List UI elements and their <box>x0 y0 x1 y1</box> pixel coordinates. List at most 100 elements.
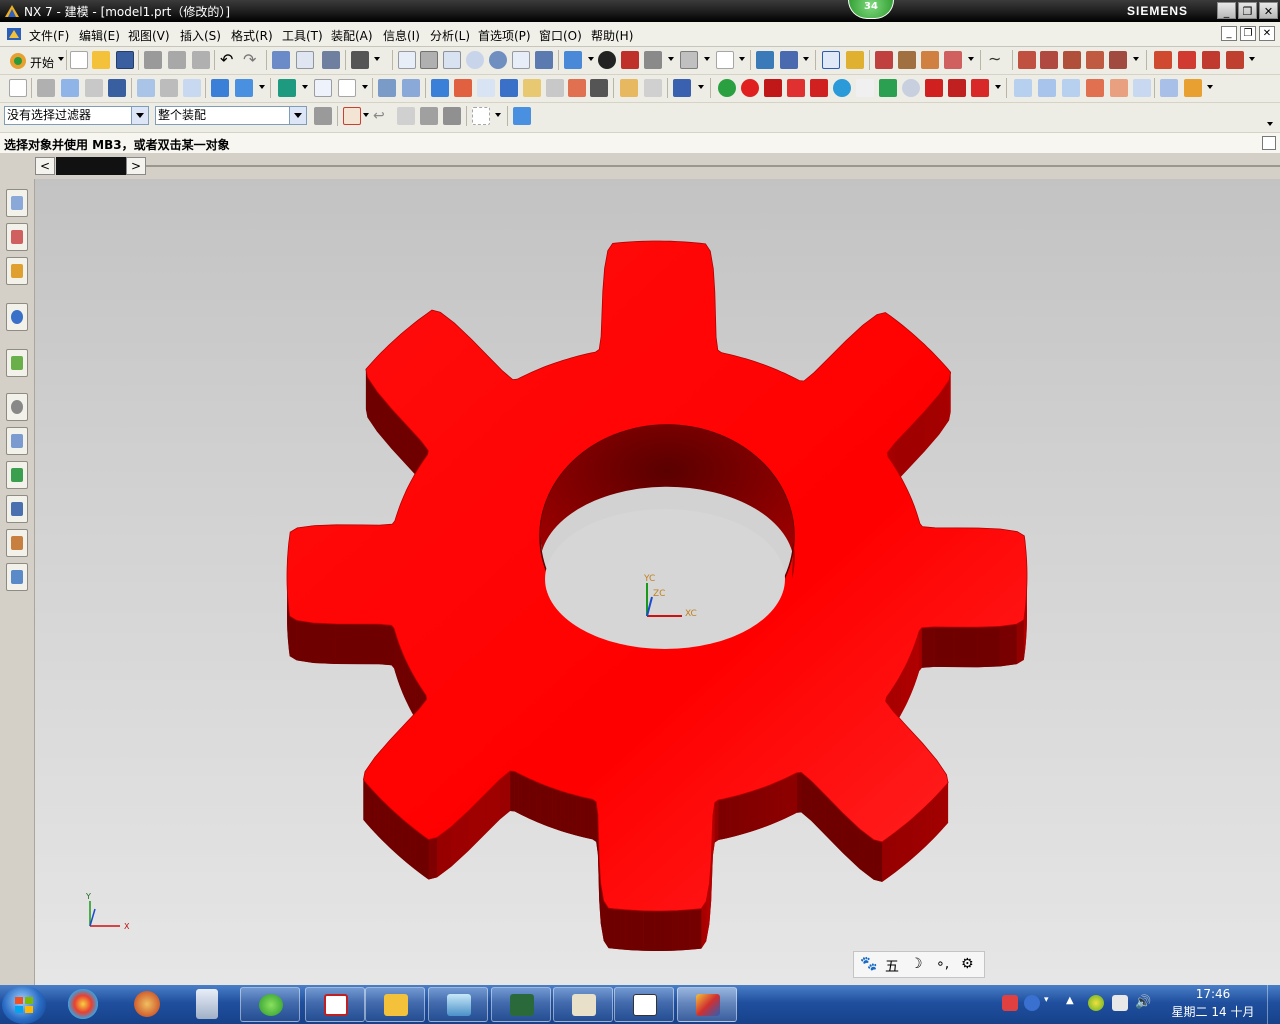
web-browser-tab[interactable] <box>6 349 28 377</box>
project-curve-icon[interactable] <box>1109 51 1127 69</box>
rotate-icon[interactable] <box>489 51 507 69</box>
ime-punctuation-icon[interactable]: ∘, <box>936 956 949 972</box>
measure-distance-icon[interactable] <box>875 51 893 69</box>
copy-icon[interactable] <box>168 51 186 69</box>
cue-line-toggle-icon[interactable] <box>1262 136 1276 150</box>
open-folder-icon[interactable] <box>92 51 110 69</box>
nx-app-icon[interactable] <box>4 3 20 19</box>
taskbar-window-app[interactable] <box>614 987 674 1022</box>
volume-icon[interactable]: 🔊 <box>1135 995 1151 1011</box>
taskbar-explorer-app[interactable] <box>365 987 425 1022</box>
taskbar-monitor-app[interactable] <box>491 987 551 1022</box>
history-tab[interactable] <box>6 393 28 421</box>
menu-format[interactable]: 格式(R) <box>231 27 273 44</box>
background-icon[interactable] <box>716 51 734 69</box>
trim-body-icon[interactable] <box>590 79 608 97</box>
datum-plane-icon[interactable] <box>278 79 296 97</box>
menu-insert[interactable]: 插入(S) <box>180 27 221 44</box>
surface-icon[interactable] <box>1014 79 1032 97</box>
measure-angle-icon[interactable] <box>921 51 939 69</box>
rectangle-select-icon[interactable] <box>472 107 490 125</box>
media-center-icon[interactable] <box>68 989 98 1019</box>
chevron-down-icon[interactable] <box>131 107 148 124</box>
zoom-box-icon[interactable] <box>420 51 438 69</box>
part-navigator-tab[interactable] <box>6 257 28 285</box>
sync-modeling-icon[interactable] <box>673 79 691 97</box>
constraint-navigator-tab[interactable] <box>6 223 28 251</box>
ime-halfwidth-icon[interactable]: ☽ <box>910 956 923 972</box>
select-icon[interactable] <box>822 51 840 69</box>
solid-select-icon[interactable] <box>513 107 531 125</box>
graphics-window[interactable]: YC ZC XC Y X <box>35 179 1280 985</box>
cylinder-icon[interactable] <box>235 79 253 97</box>
scroll-thumb[interactable] <box>56 157 126 175</box>
fit-icon[interactable] <box>398 51 416 69</box>
taskbar-sync-app[interactable] <box>240 987 300 1022</box>
gear-icon[interactable] <box>902 79 920 97</box>
taskbar-nx-app[interactable] <box>677 987 737 1022</box>
show-desktop-button[interactable] <box>1267 985 1280 1024</box>
edge-select-icon[interactable] <box>443 107 461 125</box>
menu-preferences[interactable]: 首选项(P) <box>478 27 531 44</box>
extrude-icon[interactable] <box>37 79 55 97</box>
close-button[interactable]: ✕ <box>1259 2 1278 19</box>
doc-icon[interactable] <box>6 27 22 41</box>
save-icon[interactable] <box>116 51 134 69</box>
menu-analysis[interactable]: 分析(L) <box>430 27 470 44</box>
system-scenes-tab[interactable] <box>6 563 28 591</box>
chamfer-icon[interactable] <box>454 79 472 97</box>
swept-icon[interactable] <box>1062 79 1080 97</box>
touch-mode-icon[interactable] <box>322 51 340 69</box>
curve-length-icon[interactable] <box>1202 51 1220 69</box>
render-style-icon[interactable] <box>598 51 616 69</box>
edit-icon[interactable] <box>944 51 962 69</box>
taskbar-pdf-app[interactable] <box>305 987 365 1022</box>
offset-curve-icon[interactable] <box>1063 51 1081 69</box>
datum-axis-icon[interactable] <box>314 79 332 97</box>
tray-expand-icon[interactable]: ▾ <box>1044 995 1050 1011</box>
taskbar-media-app[interactable] <box>553 987 613 1022</box>
trim-curve-icon[interactable] <box>1154 51 1172 69</box>
zoom-in-icon[interactable] <box>466 51 484 69</box>
menu-file[interactable]: 文件(F) <box>29 27 69 44</box>
bridge-curve-icon[interactable] <box>1086 51 1104 69</box>
n-sided-surface-icon[interactable] <box>1086 79 1104 97</box>
perspective-icon[interactable] <box>535 51 553 69</box>
through-curves-icon[interactable] <box>1038 79 1056 97</box>
green-bolt-icon[interactable] <box>879 79 897 97</box>
pan-icon[interactable] <box>512 51 530 69</box>
feature-select-icon[interactable] <box>397 107 415 125</box>
cut-icon[interactable] <box>144 51 162 69</box>
assembly-navigator-icon[interactable] <box>9 79 27 97</box>
maximize-button[interactable]: ❐ <box>1238 2 1257 19</box>
edge-blend-icon[interactable] <box>431 79 449 97</box>
red-thread-icon[interactable] <box>925 79 943 97</box>
type-filter-select[interactable]: 没有选择过滤器 <box>4 106 149 125</box>
scroll-right-button[interactable]: > <box>126 157 146 175</box>
roles-tab[interactable] <box>6 529 28 557</box>
styled-blend-icon[interactable] <box>1110 79 1128 97</box>
datum-csys-icon[interactable] <box>338 79 356 97</box>
mdi-restore-button[interactable]: ❐ <box>1240 26 1256 41</box>
network-icon[interactable] <box>1088 995 1104 1011</box>
calculator-icon[interactable] <box>196 989 218 1019</box>
pattern-icon[interactable] <box>568 79 586 97</box>
process-studio-tab[interactable] <box>6 461 28 489</box>
paint-icon[interactable] <box>132 989 162 1019</box>
menu-assembly[interactable]: 装配(A) <box>331 27 373 44</box>
menu-help[interactable]: 帮助(H) <box>591 27 633 44</box>
start-button[interactable] <box>2 986 46 1024</box>
red-nut-icon[interactable] <box>948 79 966 97</box>
selection-scope-select[interactable]: 整个装配 <box>155 106 307 125</box>
minimize-button[interactable]: _ <box>1217 2 1236 19</box>
snap-toggle-icon[interactable] <box>343 107 361 125</box>
show-hidden-icon[interactable]: ▲ <box>1066 995 1074 1011</box>
hole-icon[interactable] <box>85 79 103 97</box>
sketch-icon[interactable] <box>1018 51 1036 69</box>
boss-icon[interactable] <box>108 79 126 97</box>
manufacturing-wizards-tab[interactable] <box>6 495 28 523</box>
menu-tools[interactable]: 工具(T) <box>282 27 323 44</box>
yellow-tool-icon[interactable] <box>1184 79 1202 97</box>
pocket-icon[interactable] <box>137 79 155 97</box>
ime-wubi-mode[interactable]: 五 <box>885 956 899 976</box>
